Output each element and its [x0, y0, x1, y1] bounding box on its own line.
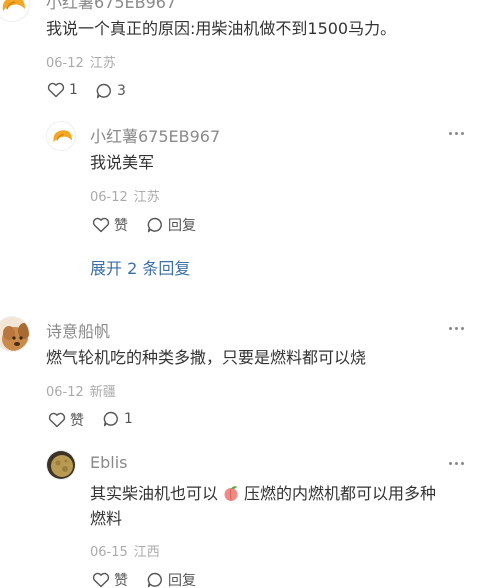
reply-count: 1 — [124, 411, 133, 427]
avatar[interactable] — [0, 0, 30, 22]
heart-icon — [48, 412, 66, 428]
reply-button[interactable]: 3 — [95, 82, 126, 100]
like-button[interactable]: 赞 — [92, 215, 128, 235]
dog-avatar-icon — [0, 317, 29, 351]
comment-text[interactable]: 我说一个真正的原因:用柴油机做不到1500马力。 — [46, 16, 396, 42]
like-label: 赞 — [114, 573, 128, 588]
reply-label: 回复 — [168, 573, 196, 588]
avatar[interactable] — [46, 450, 76, 480]
reply-date: 06-15 — [90, 545, 128, 560]
heart-icon — [47, 82, 65, 98]
more-options-icon[interactable] — [449, 462, 464, 465]
reply-count: 3 — [117, 83, 126, 99]
comment-date: 06-12 — [46, 56, 84, 71]
comment-username[interactable]: 诗意船帆 — [46, 318, 110, 342]
comment-bubble-icon — [103, 411, 118, 427]
reply-meta: 06-15 江西 — [90, 541, 166, 560]
like-label: 赞 — [70, 413, 84, 429]
comment-bubble-icon — [147, 217, 162, 233]
reply-text[interactable]: 我说美军 — [90, 150, 154, 176]
more-options-icon[interactable] — [449, 327, 464, 330]
croissant-avatar-icon — [47, 122, 75, 150]
reply-username[interactable]: Eblis — [90, 453, 128, 472]
reply-button[interactable]: 1 — [102, 410, 133, 428]
expand-replies-link[interactable]: 展开 2 条回复 — [90, 255, 190, 279]
reply-username[interactable]: 小红薯675EB967 — [90, 123, 220, 147]
like-label: 赞 — [114, 218, 128, 234]
comment-text[interactable]: 燃气轮机吃的种类多撒，只要是燃料都可以烧 — [46, 345, 366, 371]
like-count: 1 — [69, 82, 78, 98]
reply-meta: 06-12 江苏 — [90, 186, 166, 205]
moon-avatar-icon — [47, 451, 75, 479]
reply-text-part: 压燃的内燃机都可以用多种 — [244, 484, 437, 503]
avatar[interactable] — [46, 121, 76, 151]
reply-location: 江西 — [133, 545, 160, 560]
reply-text[interactable]: 其实柴油机也可以 压燃的内燃机都可以用多种 — [90, 481, 436, 510]
comment-bubble-icon — [147, 572, 162, 588]
reply-button[interactable]: 回复 — [146, 215, 196, 235]
avatar[interactable] — [0, 316, 30, 352]
like-button[interactable]: 赞 — [92, 570, 128, 588]
comment-meta: 06-12 江苏 — [46, 52, 122, 71]
comment-location: 江苏 — [89, 56, 116, 71]
peach-emoji-icon — [222, 484, 240, 510]
comment-date: 06-12 — [46, 385, 84, 400]
reply-label: 回复 — [168, 218, 196, 234]
reply-location: 江苏 — [133, 190, 160, 205]
like-button[interactable]: 赞 — [48, 410, 84, 430]
more-options-icon[interactable] — [449, 132, 464, 135]
like-button[interactable]: 1 — [47, 82, 78, 98]
comment-bubble-icon — [96, 83, 111, 99]
comment-meta: 06-12 新疆 — [46, 381, 122, 400]
reply-date: 06-12 — [90, 190, 128, 205]
comment-username[interactable]: 小红薯675EB967 — [46, 0, 176, 13]
heart-icon — [92, 572, 110, 588]
reply-text-part: 其实柴油机也可以 — [90, 484, 219, 503]
reply-text-line2[interactable]: 燃料 — [90, 506, 122, 532]
heart-icon — [92, 217, 110, 233]
reply-button[interactable]: 回复 — [146, 570, 196, 588]
croissant-avatar-icon — [0, 0, 29, 21]
comment-location: 新疆 — [89, 385, 116, 400]
